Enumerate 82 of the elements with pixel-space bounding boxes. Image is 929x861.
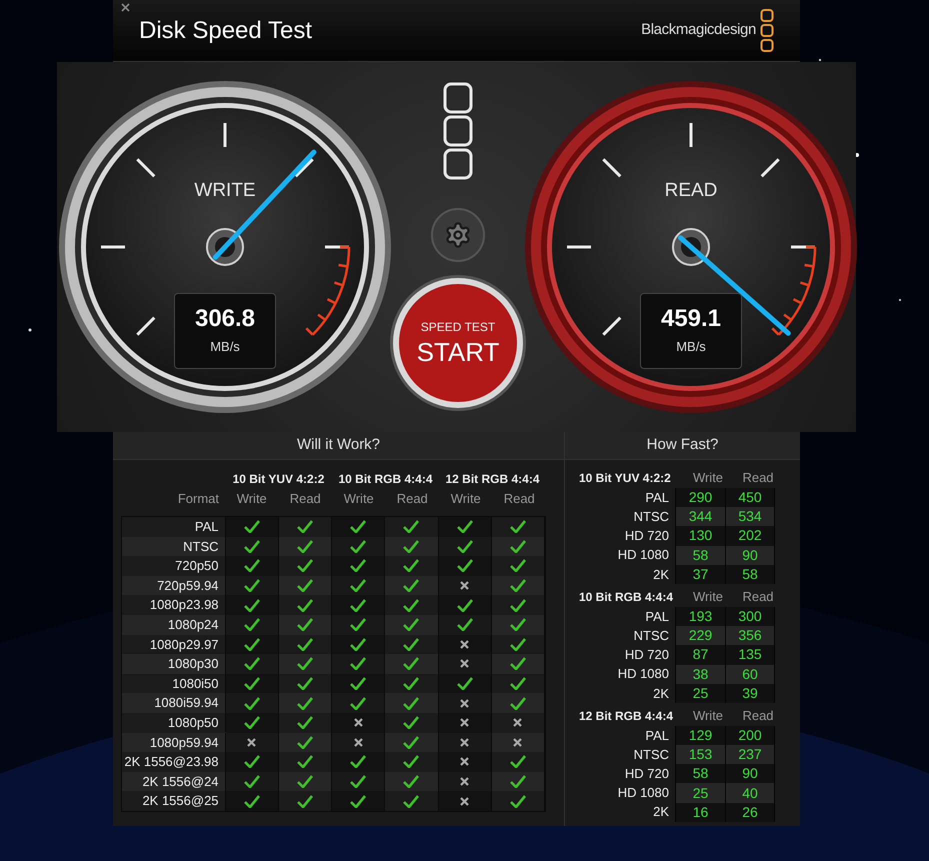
read-speed-cell: 450 [725,488,775,508]
column-header: Write [692,469,724,488]
column-header: Read [741,469,775,488]
write-speed-cell: 229 [675,626,725,646]
group-header: 12 Bit RGB 4:4:4 [579,708,674,725]
column-header: Read [741,707,775,726]
read-speed-cell: 90 [725,764,775,784]
write-speed-cell: 25 [675,684,725,703]
format-cell: 1080p50 [122,712,226,732]
column-header: Read [288,490,322,508]
section-title: Will it Work? [296,435,380,456]
format-cell-text: NTSC [632,508,670,526]
section-title: How Fast? [646,435,718,456]
group-header: 12 Bit RGB 4:4:4 [444,471,541,488]
write-speed-cell: 58 [675,764,725,784]
column-header: Format [176,490,220,508]
column-header: Write [450,490,482,508]
column-header: Write [692,707,724,726]
column-header: Write [692,588,724,606]
read-speed-cell: 60 [725,664,775,684]
read-speed-cell: 39 [725,684,775,703]
brand-name: Blackmagicdesign [641,20,756,40]
read-speed-cell: 200 [725,726,775,746]
format-cell: 2K 1556@25 [122,791,226,811]
format-cell-text: NTSC [632,626,670,645]
read-speed-cell: 40 [725,783,775,803]
format-cell-text: PAL [644,488,670,507]
write-speed-cell: 290 [675,488,725,508]
speed-unit: MB/s [210,338,240,356]
start-button[interactable]: SPEED TEST START [393,278,523,408]
logo-icon [443,82,473,180]
column-header: Read [741,588,775,606]
format-cell-text: PAL [644,726,670,745]
write-speed-cell: 16 [675,802,725,822]
column-header: Read [502,490,536,508]
format-cell-text: PAL [644,608,670,626]
format-cell-text: HD 720 [624,646,670,664]
write-speed-cell: 25 [675,783,725,803]
write-speed-cell: 129 [675,726,725,746]
read-speed-cell: 237 [725,745,775,764]
read-speed-cell: 300 [725,606,775,626]
format-cell-text: NTSC [632,746,670,764]
format-cell-text: HD 1080 [616,665,670,684]
read-speed-cell: 534 [725,507,775,526]
column-header: Write [342,490,375,508]
settings-icon [444,221,472,249]
close-icon[interactable] [121,3,130,12]
read-speed-cell: 135 [725,645,775,664]
gauge-label: READ [664,179,718,203]
format-cell-text: 2K [652,684,670,703]
write-speed-cell: 153 [675,745,725,764]
format-cell-text: 2K [652,803,670,822]
write-speed-cell: 37 [675,564,725,584]
format-cell-text: HD 720 [624,527,670,546]
read-speed-cell: 202 [725,526,775,546]
format-cell-text: HD 1080 [616,546,670,564]
read-speed-cell: 356 [725,626,775,646]
write-speed-cell: 130 [675,526,725,546]
read-speed-cell: 58 [725,564,775,584]
group-header: 10 Bit RGB 4:4:4 [337,471,434,488]
read-speed-cell: 26 [725,802,775,822]
logo-icon [760,8,774,52]
speed-value: 306.8 [194,305,256,334]
settings-button[interactable] [431,208,485,262]
write-speed-cell: 193 [675,606,725,626]
group-header: 10 Bit YUV 4:2:2 [579,470,672,487]
group-header: 10 Bit RGB 4:4:4 [579,588,674,606]
write-speed-cell: 344 [675,507,725,526]
write-speed-cell: 38 [675,664,725,684]
read-speed-cell: 90 [725,546,775,565]
group-header: 10 Bit YUV 4:2:2 [232,471,326,488]
format-cell-text: 2K [652,566,670,584]
format-cell-text: HD 1080 [616,784,670,802]
write-speed-cell: 58 [675,546,725,565]
write-speed-cell: 87 [675,645,725,664]
speed-unit: MB/s [676,338,706,356]
format-cell-text: HD 720 [624,765,670,784]
gauge-label: WRITE [194,179,256,203]
speed-value: 459.1 [660,305,722,334]
window-title: Disk Speed Test [139,16,312,46]
column-header: Read [396,490,429,508]
column-header: Write [236,490,268,508]
